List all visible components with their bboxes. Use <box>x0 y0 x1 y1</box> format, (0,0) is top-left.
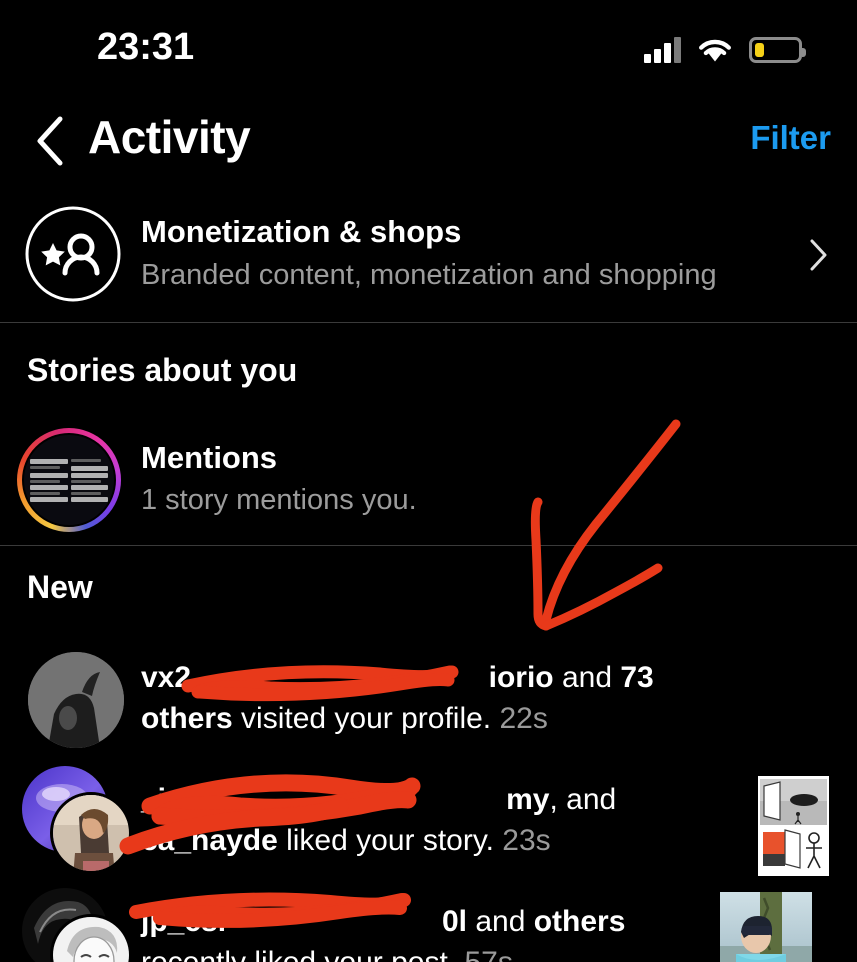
notification-timestamp: 23s <box>502 824 551 857</box>
instagram-activity-screen: 23:31 Activity Filter Monetization & sho… <box>0 0 857 962</box>
mentions-row[interactable]: Mentions 1 story mentions you. <box>0 424 857 536</box>
wifi-icon <box>698 37 732 63</box>
notification-text: _j████████████████my, and ca_hayde liked… <box>141 783 617 857</box>
battery-low-icon <box>749 37 806 63</box>
notification-timestamp: 22s <box>499 702 548 735</box>
notification-text: jp_csr██████████0l and others recently l… <box>141 901 721 962</box>
monetization-subtitle: Branded content, monetization and shoppi… <box>141 259 717 291</box>
monetization-person-star-icon <box>24 205 122 303</box>
back-chevron-icon[interactable] <box>32 115 68 167</box>
story-ring-avatar <box>17 428 121 532</box>
status-bar-clock: 23:31 <box>97 26 195 68</box>
notification-row[interactable]: jp_csr██████████0l and others recently l… <box>0 888 857 962</box>
post-thumbnail[interactable] <box>758 776 829 876</box>
section-header-stories-about-you: Stories about you <box>27 352 298 388</box>
page-title: Activity <box>88 111 251 163</box>
status-bar: 23:31 <box>0 0 857 96</box>
monetization-title: Monetization & shops <box>141 214 462 249</box>
mentions-subtitle: 1 story mentions you. <box>141 484 417 516</box>
notification-row[interactable]: vx2██████████████iorio and 73 others vis… <box>0 644 857 766</box>
cellular-signal-icon <box>644 37 681 63</box>
chevron-right-icon <box>809 238 829 272</box>
post-thumbnail[interactable] <box>720 892 812 962</box>
filter-button[interactable]: Filter <box>750 119 831 157</box>
avatar <box>22 766 132 874</box>
divider <box>0 545 857 546</box>
notification-timestamp: 57s <box>464 946 512 962</box>
section-header-new: New <box>27 569 93 605</box>
navigation-bar: Activity Filter <box>0 96 857 188</box>
monetization-and-shops-row[interactable]: Monetization & shops Branded content, mo… <box>0 188 857 322</box>
notification-row[interactable]: _j████████████████my, and ca_hayde liked… <box>0 766 857 888</box>
status-bar-icons <box>644 29 806 63</box>
avatar <box>28 652 124 748</box>
avatar <box>22 888 132 962</box>
mentions-title: Mentions <box>141 440 278 475</box>
divider <box>0 322 857 323</box>
notification-text: vx2██████████████iorio and 73 others vis… <box>141 661 654 735</box>
